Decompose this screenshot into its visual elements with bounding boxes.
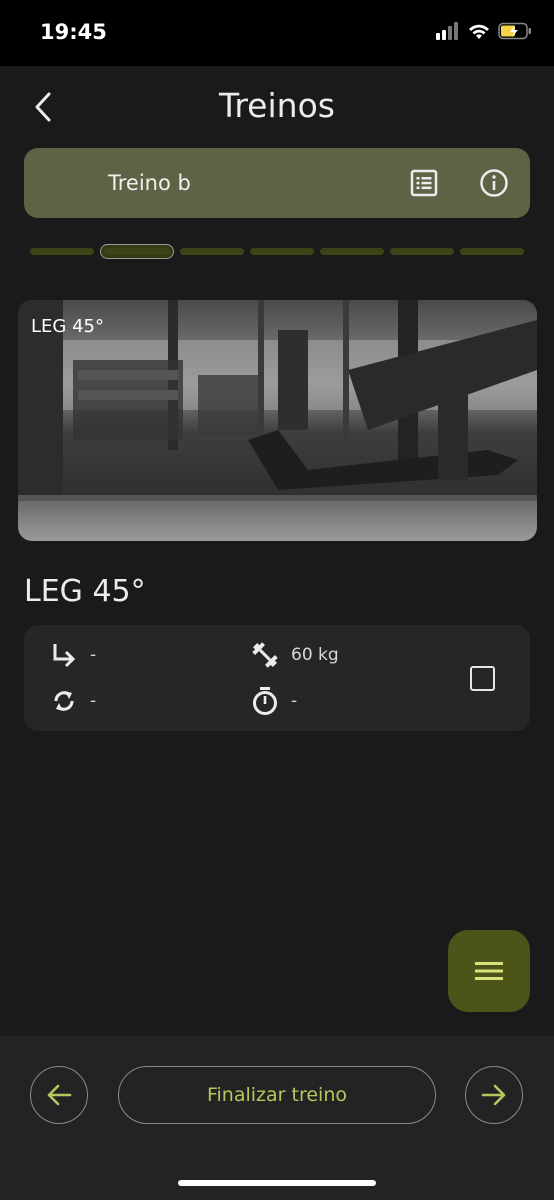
status-icons: [436, 22, 532, 40]
menu-icon: [475, 962, 503, 980]
exercise-done-checkbox[interactable]: [470, 666, 495, 691]
progress-segment: [390, 247, 454, 255]
next-exercise-button[interactable]: [465, 1066, 523, 1124]
workout-card: Treino b: [24, 148, 530, 218]
page-title: Treinos: [219, 86, 335, 125]
info-button[interactable]: [478, 167, 510, 199]
sets-value: -: [90, 645, 97, 665]
subdirectory-arrow-icon: [53, 644, 76, 668]
list-button[interactable]: [408, 167, 440, 199]
timer-icon: [253, 687, 277, 715]
bottom-bar: Finalizar treino: [0, 1036, 554, 1200]
reps-value: -: [90, 691, 97, 711]
progress-segment: [180, 247, 244, 255]
arrow-left-icon: [47, 1084, 72, 1106]
progress-segment: [460, 247, 524, 255]
status-time: 19:45: [40, 20, 107, 44]
wifi-icon: [469, 24, 489, 39]
exercise-details-card: - - 60 kg -: [24, 625, 530, 731]
progress-segment-fill: [104, 247, 170, 255]
signal-icon: [436, 22, 458, 40]
weight-detail: 60 kg: [249, 639, 339, 671]
home-indicator: [178, 1180, 376, 1186]
finish-workout-button[interactable]: Finalizar treino: [118, 1066, 436, 1124]
exercise-image: LEG 45°: [18, 300, 537, 541]
info-icon: [480, 169, 508, 197]
previous-exercise-button[interactable]: [30, 1066, 88, 1124]
exercise-title: LEG 45°: [24, 574, 146, 609]
workout-name: Treino b: [108, 171, 191, 195]
dumbbell-icon: [252, 642, 278, 668]
battery-icon: [498, 22, 531, 40]
list-icon: [410, 169, 438, 197]
progress-segment: [250, 247, 314, 255]
rest-detail: -: [249, 685, 297, 717]
workout-progress: [30, 243, 524, 259]
progress-segment: [320, 247, 384, 255]
progress-segment: [30, 247, 94, 255]
status-bar: 19:45: [0, 0, 554, 66]
rest-value: -: [291, 691, 298, 711]
progress-segment-current: [100, 243, 174, 259]
header: Treinos: [0, 66, 554, 146]
arrow-right-icon: [481, 1084, 506, 1106]
weight-value: 60 kg: [291, 645, 339, 665]
image-caption: LEG 45°: [31, 316, 104, 337]
reps-detail: -: [48, 685, 96, 717]
menu-fab[interactable]: [448, 930, 530, 1012]
sets-detail: -: [48, 639, 96, 671]
repeat-icon: [54, 691, 74, 711]
